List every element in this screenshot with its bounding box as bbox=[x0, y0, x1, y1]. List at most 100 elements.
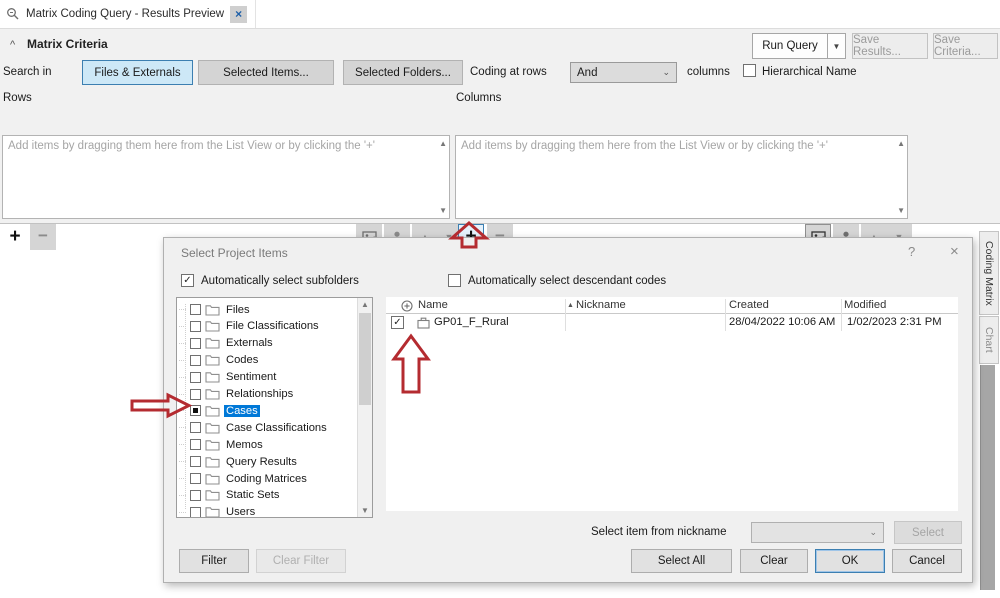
scroll-down-icon[interactable]: ▼ bbox=[897, 206, 905, 215]
tab-chart[interactable]: Chart bbox=[979, 316, 999, 364]
tab-coding-matrix[interactable]: Coding Matrix bbox=[979, 231, 999, 315]
rows-add-button[interactable]: + bbox=[2, 224, 28, 250]
tree-checkbox[interactable] bbox=[190, 456, 201, 467]
tree-item-label[interactable]: Static Sets bbox=[224, 489, 281, 501]
tree-item[interactable]: Users bbox=[179, 504, 257, 518]
tree-item-label[interactable]: Users bbox=[224, 506, 257, 518]
tree-item-label[interactable]: Case Classifications bbox=[224, 422, 329, 434]
ok-button[interactable]: OK bbox=[815, 549, 885, 573]
tree-checkbox[interactable] bbox=[190, 490, 201, 501]
scrollbar-thumb[interactable] bbox=[359, 313, 371, 405]
tree-item[interactable]: Memos bbox=[179, 436, 265, 453]
scroll-down-icon[interactable]: ▼ bbox=[439, 206, 447, 215]
collapse-chevron-icon[interactable]: ^ bbox=[10, 39, 15, 51]
scroll-down-icon[interactable]: ▼ bbox=[361, 506, 369, 515]
tree-item-label[interactable]: File Classifications bbox=[224, 320, 321, 332]
circle-plus-icon bbox=[401, 300, 413, 312]
tree-item-label[interactable]: Sentiment bbox=[224, 371, 278, 383]
tree-checkbox[interactable] bbox=[190, 372, 201, 383]
minus-icon: − bbox=[38, 227, 48, 244]
save-criteria-button[interactable]: Save Criteria... bbox=[933, 33, 998, 59]
tree-item-label[interactable]: Memos bbox=[224, 439, 265, 451]
operator-select[interactable]: And ⌄ bbox=[570, 62, 677, 83]
subfolders-label: Automatically select subfolders bbox=[201, 275, 359, 287]
hierarchical-name-checkbox[interactable] bbox=[743, 64, 756, 77]
tree-checkbox[interactable] bbox=[190, 338, 201, 349]
tree-item-label[interactable]: Cases bbox=[224, 405, 260, 417]
operator-value: And bbox=[577, 67, 597, 79]
tree-guide-stub bbox=[179, 427, 186, 428]
scroll-up-icon[interactable]: ▲ bbox=[439, 139, 447, 148]
tree-checkbox[interactable] bbox=[190, 439, 201, 450]
column-header-modified[interactable]: Modified bbox=[844, 299, 886, 311]
tree-item[interactable]: Codes bbox=[179, 352, 260, 369]
tree-item-label[interactable]: Coding Matrices bbox=[224, 473, 309, 485]
help-icon[interactable]: ? bbox=[908, 244, 915, 259]
column-header-created[interactable]: Created bbox=[729, 299, 769, 311]
files-externals-button[interactable]: Files & Externals bbox=[82, 60, 193, 85]
vertical-scrollbar[interactable] bbox=[980, 365, 995, 590]
descendant-codes-checkbox[interactable] bbox=[448, 274, 461, 287]
scroll-up-icon[interactable]: ▲ bbox=[897, 139, 905, 148]
magnifier-icon bbox=[6, 7, 20, 21]
tree-item[interactable]: Static Sets bbox=[179, 487, 281, 504]
tab-close-icon[interactable]: × bbox=[230, 6, 247, 23]
app-window: Matrix Coding Query - Results Preview × … bbox=[0, 0, 1000, 598]
column-header-nickname[interactable]: Nickname bbox=[576, 299, 626, 311]
scroll-up-icon[interactable]: ▲ bbox=[361, 300, 369, 309]
tree-item-label[interactable]: Query Results bbox=[224, 456, 299, 468]
folder-icon bbox=[205, 337, 220, 349]
tree-item[interactable]: Cases bbox=[179, 402, 260, 419]
run-query-dropdown-arrow[interactable]: ▼ bbox=[827, 33, 846, 59]
tree-item-label[interactable]: Relationships bbox=[224, 388, 295, 400]
tree-item[interactable]: Files bbox=[179, 301, 252, 318]
rows-drop-panel[interactable]: Add items by dragging them here from the… bbox=[2, 135, 450, 219]
tree-item-label[interactable]: Codes bbox=[224, 354, 260, 366]
run-query-button[interactable]: Run Query bbox=[752, 33, 828, 59]
close-icon[interactable]: × bbox=[950, 243, 959, 260]
tree-item[interactable]: Externals bbox=[179, 335, 275, 352]
column-header-name[interactable]: Name bbox=[418, 299, 448, 311]
selected-items-button[interactable]: Selected Items... bbox=[198, 60, 334, 85]
columns-drop-panel[interactable]: Add items by dragging them here from the… bbox=[455, 135, 908, 219]
subfolders-checkbox[interactable]: ✓ bbox=[181, 274, 194, 287]
tree-checkbox[interactable] bbox=[190, 355, 201, 366]
tree-item[interactable]: Sentiment bbox=[179, 369, 278, 386]
table-row[interactable]: ✓GP01_F_Rural28/04/2022 10:06 AM1/02/202… bbox=[386, 315, 958, 332]
tab-title: Matrix Coding Query - Results Preview bbox=[26, 8, 224, 20]
selected-folders-button[interactable]: Selected Folders... bbox=[343, 60, 463, 85]
tree-item[interactable]: Coding Matrices bbox=[179, 470, 309, 487]
tab-matrix-coding-query[interactable]: Matrix Coding Query - Results Preview × bbox=[0, 0, 256, 28]
row-checkbox[interactable]: ✓ bbox=[391, 316, 404, 329]
project-tree: Files File Classifications Externals Codes S… bbox=[176, 297, 373, 518]
rows-remove-button[interactable]: − bbox=[30, 224, 56, 250]
cancel-button[interactable]: Cancel bbox=[892, 549, 962, 573]
tree-guide-stub bbox=[179, 512, 186, 513]
tree-checkbox[interactable] bbox=[190, 422, 201, 433]
tree-checkbox[interactable] bbox=[190, 304, 201, 315]
clear-filter-button[interactable]: Clear Filter bbox=[256, 549, 346, 573]
tree-item-label[interactable]: Files bbox=[224, 304, 252, 316]
tree-checkbox[interactable] bbox=[190, 321, 201, 332]
tree-checkbox[interactable] bbox=[190, 507, 201, 518]
tree-guide-stub bbox=[179, 394, 186, 395]
folder-icon bbox=[205, 506, 220, 518]
table-header[interactable]: Name ▲ Nickname Created Modified bbox=[386, 299, 958, 314]
tree-scrollbar[interactable]: ▲ ▼ bbox=[357, 298, 372, 517]
tree-item[interactable]: Query Results bbox=[179, 453, 299, 470]
tree-checkbox[interactable] bbox=[190, 473, 201, 484]
tree-item[interactable]: Relationships bbox=[179, 386, 295, 403]
save-results-button[interactable]: Save Results... bbox=[852, 33, 928, 59]
tree-item-label[interactable]: Externals bbox=[224, 337, 275, 349]
clear-button[interactable]: Clear bbox=[740, 549, 808, 573]
tree-checkbox[interactable] bbox=[190, 405, 201, 416]
columns-suffix-label: columns bbox=[687, 66, 730, 78]
nickname-select[interactable]: ⌄ bbox=[751, 522, 884, 543]
tree-item[interactable]: Case Classifications bbox=[179, 419, 329, 436]
tree-checkbox[interactable] bbox=[190, 389, 201, 400]
select-all-button[interactable]: Select All bbox=[631, 549, 732, 573]
select-button[interactable]: Select bbox=[894, 521, 962, 544]
tree-item[interactable]: File Classifications bbox=[179, 318, 321, 335]
filter-button[interactable]: Filter bbox=[179, 549, 249, 573]
columns-label: Columns bbox=[456, 92, 501, 104]
